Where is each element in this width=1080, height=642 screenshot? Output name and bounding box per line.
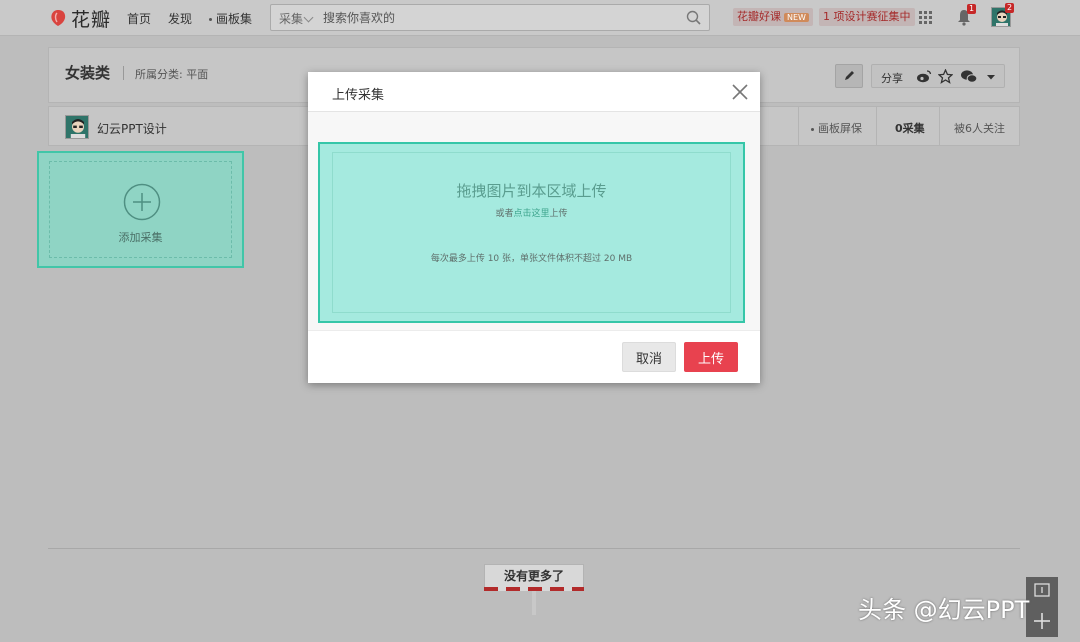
owner-name[interactable]: 幻云PPT设计: [97, 120, 167, 137]
edit-board-button[interactable]: [835, 64, 863, 88]
cancel-button[interactable]: 取消: [622, 342, 676, 372]
screensaver-label: 画板屏保: [818, 122, 862, 135]
drop-zone[interactable]: 拖拽图片到本区域上传 或者点击这里上传 每次最多上传 10 张，单张文件体积不超…: [318, 142, 745, 323]
dialog-header: 上传采集: [308, 72, 760, 112]
notification-badge: 1: [967, 4, 977, 14]
plus-circle-icon: [123, 183, 161, 221]
sign-post: [532, 591, 536, 615]
divider: [876, 107, 877, 145]
avatar-face-icon: [66, 116, 88, 138]
board-title: 女装类: [65, 64, 111, 82]
add-pin-card[interactable]: 添加采集: [37, 151, 244, 268]
drop-sub-prefix: 或者: [495, 209, 514, 219]
floating-tools-icons: [1034, 583, 1050, 629]
footer-divider: [48, 548, 1020, 549]
promo-course-label: 花瓣好课: [737, 10, 781, 23]
top-nav: 花瓣 首页 发现 画板集 采集 花瓣好课NEW 1 项设计赛征集中 1 2: [0, 0, 1080, 36]
dot-icon: [811, 127, 814, 131]
upload-dialog: 上传采集 拖拽图片到本区域上传 或者点击这里上传 每次最多上传 10 张，单张文…: [308, 72, 760, 383]
nav-boards-label: 画板集: [216, 12, 253, 26]
followers-count[interactable]: 被6人关注: [954, 120, 1005, 136]
weibo-icon[interactable]: [916, 69, 932, 84]
caret-down-icon[interactable]: [986, 74, 996, 80]
share-group: 分享: [871, 64, 1005, 88]
message-badge: 2: [1005, 3, 1015, 13]
screensaver-link[interactable]: 画板屏保: [811, 120, 862, 136]
drop-sub-suffix: 上传: [549, 209, 568, 219]
pins-count[interactable]: 0采集: [895, 120, 925, 136]
share-label: 分享: [881, 72, 903, 85]
promo-contest-link[interactable]: 1 项设计赛征集中: [819, 8, 915, 26]
dot-icon: [209, 18, 212, 21]
nav-home[interactable]: 首页: [127, 10, 151, 27]
new-badge: NEW: [784, 13, 809, 22]
promo-course-link[interactable]: 花瓣好课 NEW: [733, 8, 813, 26]
nav-boards[interactable]: 画板集: [209, 10, 252, 27]
drop-zone-subtitle: 或者点击这里上传: [320, 206, 743, 219]
search-scope-select[interactable]: 采集: [279, 10, 303, 27]
logo-text: 花瓣: [71, 8, 112, 31]
pencil-icon: [845, 71, 854, 80]
no-more-sign: 没有更多了: [484, 564, 584, 588]
click-here-link[interactable]: 点击这里: [513, 209, 549, 219]
star-icon[interactable]: [938, 69, 953, 84]
search-input[interactable]: [321, 6, 671, 29]
nav-discover[interactable]: 发现: [168, 10, 192, 27]
add-pin-label: 添加采集: [118, 231, 163, 244]
owner-avatar[interactable]: [65, 115, 89, 139]
chevron-down-icon[interactable]: [303, 12, 314, 23]
upload-limit-hint: 每次最多上传 10 张，单张文件体积不超过 20 MB: [430, 254, 633, 264]
search-icon[interactable]: [685, 9, 703, 27]
wechat-icon[interactable]: [960, 69, 978, 84]
drop-zone-frame: [332, 152, 731, 313]
apps-grid-icon[interactable]: [919, 11, 932, 24]
floating-tools: [1026, 577, 1058, 637]
drop-zone-title: 拖拽图片到本区域上传: [456, 182, 607, 200]
dialog-title: 上传采集: [332, 88, 385, 103]
divider: [123, 66, 124, 80]
divider: [939, 107, 940, 145]
dialog-footer: 取消 上传: [308, 330, 760, 383]
watermark: 头条 @幻云PPT: [858, 596, 1030, 624]
upload-button[interactable]: 上传: [684, 342, 738, 372]
search-bar: 采集: [270, 4, 710, 31]
logo[interactable]: 花瓣: [48, 5, 111, 31]
petal-logo-icon: [51, 10, 66, 26]
close-icon[interactable]: [730, 82, 750, 102]
board-category: 所属分类: 平面: [135, 68, 209, 81]
divider: [798, 107, 799, 145]
